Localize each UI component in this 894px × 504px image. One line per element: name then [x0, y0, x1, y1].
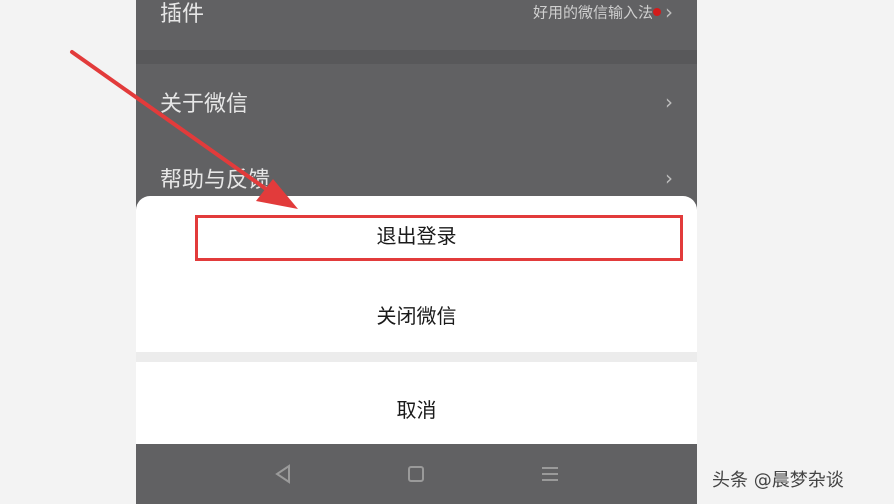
section-divider [136, 50, 697, 64]
settings-row-label: 关于微信 [160, 92, 249, 117]
settings-row-about[interactable]: 关于微信 › [136, 64, 697, 140]
close-wechat-button[interactable]: 关闭微信 [136, 300, 697, 329]
unread-dot [653, 8, 661, 16]
back-triangle-icon[interactable] [272, 462, 296, 486]
menu-lines-icon[interactable] [538, 462, 562, 486]
cancel-button[interactable]: 取消 [136, 394, 697, 423]
left-background [0, 0, 136, 504]
settings-row-plugins[interactable]: 插件 好用的微信输入法 › [136, 0, 697, 50]
action-sheet: 退出登录 关闭微信 取消 [136, 196, 697, 444]
system-nav-bar [136, 444, 697, 504]
sheet-gap [136, 352, 697, 362]
phone-screen: 插件 好用的微信输入法 › 关于微信 › 帮助与反馈 › 退出登录 关闭微信 取… [136, 0, 697, 504]
chevron-right-icon: › [665, 0, 673, 24]
watermark-text: 头条 @晨梦杂谈 [712, 470, 844, 491]
chevron-right-icon: › [665, 90, 673, 114]
right-background [697, 0, 894, 504]
settings-row-label: 帮助与反馈 [160, 168, 271, 193]
home-square-icon[interactable] [404, 462, 428, 486]
settings-row-label: 插件 [160, 2, 205, 27]
settings-row-value: 好用的微信输入法 [532, 3, 653, 22]
logout-button[interactable]: 退出登录 [136, 220, 697, 249]
chevron-right-icon: › [665, 166, 673, 190]
